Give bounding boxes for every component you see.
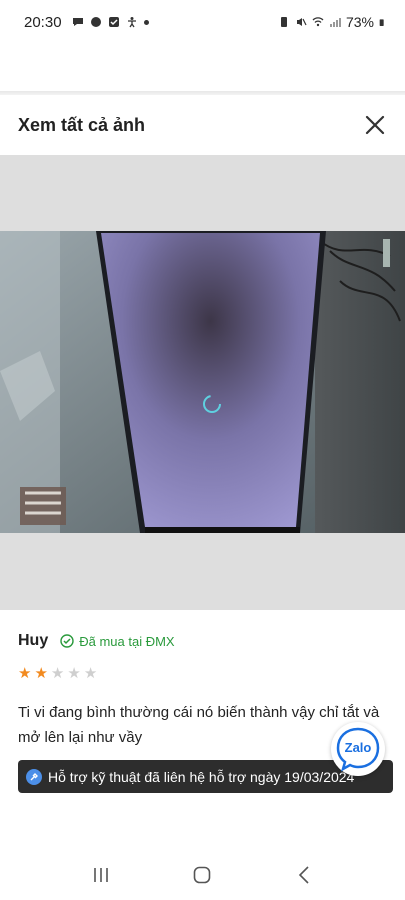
notification-dot (143, 19, 149, 25)
back-button[interactable] (284, 855, 324, 895)
home-button[interactable] (182, 855, 222, 895)
zalo-chat-button[interactable]: Zalo (331, 722, 385, 776)
close-button[interactable] (363, 113, 387, 137)
checkbox-icon (108, 17, 119, 27)
wifi-icon (312, 17, 324, 27)
back-icon (299, 866, 309, 884)
mute-icon (296, 18, 307, 26)
star-icon: ★ (83, 665, 98, 682)
recent-apps-button[interactable] (81, 855, 121, 895)
star-icon: ★ (67, 665, 81, 682)
verified-purchase: Đã mua tại ĐMX (60, 633, 175, 649)
sheet-header: Xem tất cả ảnh (0, 95, 405, 155)
zalo-label: Zalo (344, 740, 372, 755)
support-icon (26, 768, 42, 785)
star-icon: ★ (18, 665, 32, 682)
star-icon: ★ (50, 665, 65, 682)
status-left: 20:30 (24, 14, 149, 31)
star-icon: ★ (34, 665, 48, 682)
home-icon (194, 866, 211, 884)
reviewer-name: Huy (18, 632, 49, 649)
system-nav-bar (0, 850, 405, 900)
status-time: 20:30 (24, 13, 62, 31)
verified-label: Đã mua tại ĐMX (79, 633, 175, 649)
status-bar: 20:30 73% (0, 0, 405, 44)
sheet-title: Xem tất cả ảnh (18, 114, 146, 135)
message-icon (90, 17, 101, 27)
signal-icon (329, 18, 341, 27)
star-rating: ★ ★ ★ ★ ★ (18, 666, 390, 682)
close-icon (365, 115, 385, 135)
accessibility-icon (127, 17, 136, 28)
battery-percent: 73% (345, 14, 374, 30)
review-photo[interactable] (0, 231, 405, 533)
support-text: Hỗ trợ kỹ thuật đã liên hệ hỗ trợ ngày 1… (48, 768, 355, 785)
recent-apps-icon (94, 868, 108, 882)
battery-icon (379, 19, 384, 26)
photo-viewer[interactable] (0, 155, 405, 610)
check-circle-icon (60, 634, 74, 648)
battery-saver-icon (280, 17, 287, 27)
top-spacer (0, 44, 405, 92)
tv-photo-image (0, 231, 405, 533)
chat-bubble-icon (72, 18, 83, 26)
reviewer-row: Huy Đã mua tại ĐMX (18, 628, 390, 654)
status-right: 73% (278, 14, 387, 30)
zalo-icon: Zalo (335, 726, 381, 772)
